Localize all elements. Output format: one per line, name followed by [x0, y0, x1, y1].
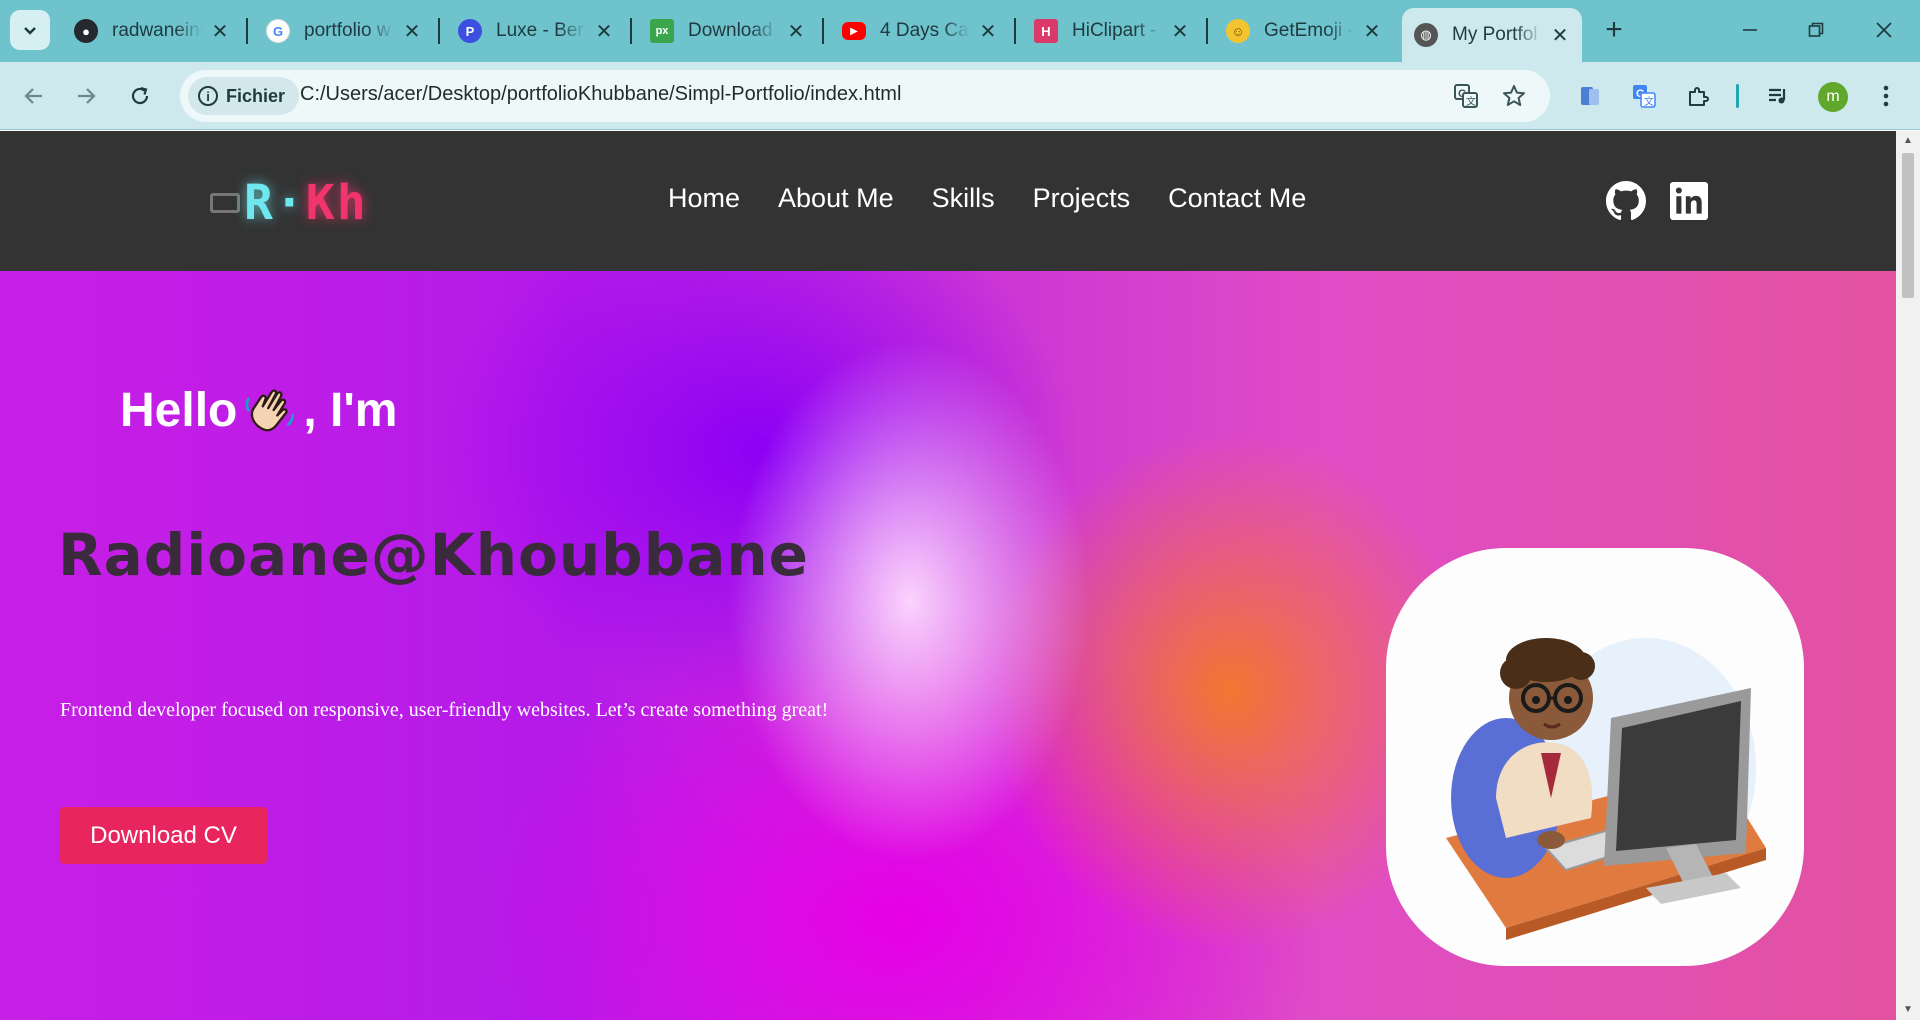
browser-tab[interactable]: ▶ 4 Days Car ✕: [830, 10, 1010, 52]
arrow-left-icon: [24, 88, 42, 104]
translate-extension-icon[interactable]: G文: [1626, 78, 1662, 114]
linkedin-icon[interactable]: [1670, 182, 1708, 220]
new-tab-button[interactable]: +: [1598, 13, 1630, 46]
browser-tab[interactable]: ☺ GetEmoji - ✕: [1214, 10, 1394, 52]
svg-text:文: 文: [1466, 95, 1476, 108]
reload-icon: [131, 86, 149, 105]
hero-name: Radioane@Khoubbane: [58, 521, 809, 589]
scroll-up-arrow[interactable]: ▲: [1902, 135, 1914, 147]
close-icon[interactable]: ✕: [1170, 21, 1190, 43]
minimize-icon: [1743, 29, 1757, 31]
tab-title: Download: [688, 20, 773, 41]
google-icon: G: [266, 19, 290, 43]
info-icon: i: [198, 86, 218, 106]
forward-button[interactable]: [66, 76, 106, 116]
pinterest-like-icon: P: [458, 19, 482, 43]
close-icon[interactable]: ✕: [978, 21, 998, 43]
back-button[interactable]: [14, 76, 54, 116]
close-icon[interactable]: ✕: [1550, 25, 1570, 47]
toolbar-divider: [1736, 84, 1739, 108]
main-nav: Home About Me Skills Projects Contact Me: [668, 183, 1306, 214]
tab-title: HiClipart -: [1072, 20, 1157, 41]
chevron-down-icon: [24, 27, 36, 35]
hiclipart-icon: H: [1034, 19, 1058, 43]
address-bar[interactable]: i Fichier C:/Users/acer/Desktop/portfoli…: [180, 70, 1550, 122]
browser-tab-strip: ● radwaneinl ✕ G portfolio w ✕ P Luxe - …: [0, 0, 1920, 62]
minimize-button[interactable]: [1720, 10, 1780, 50]
browser-tab[interactable]: G portfolio w ✕: [254, 10, 434, 52]
page-viewport: R·Kh Home About Me Skills Projects Conta…: [0, 131, 1896, 1020]
browser-tab[interactable]: px Download ✕: [638, 10, 818, 52]
nav-skills[interactable]: Skills: [932, 183, 995, 214]
px-icon: px: [650, 19, 674, 43]
close-icon[interactable]: ✕: [786, 21, 806, 43]
hero-greeting: Hello , I'm: [120, 381, 397, 439]
logo-part-pink: Kh: [305, 175, 368, 231]
tab-search-button[interactable]: [10, 10, 50, 50]
github-icon[interactable]: [1606, 181, 1646, 221]
profile-avatar[interactable]: m: [1818, 82, 1848, 112]
tab-separator: [1014, 18, 1016, 44]
scroll-down-arrow[interactable]: ▼: [1902, 1004, 1914, 1016]
greeting-im: , I'm: [303, 383, 398, 437]
arrow-right-icon: [78, 88, 96, 104]
developer-at-computer-image: [1446, 638, 1766, 940]
more-menu-icon[interactable]: [1868, 78, 1904, 114]
nav-contact-me[interactable]: Contact Me: [1168, 183, 1306, 214]
tab-title: GetEmoji -: [1264, 20, 1354, 41]
site-info-label: Fichier: [226, 85, 286, 106]
tab-title: Luxe - Berr: [496, 20, 586, 41]
github-icon: ●: [74, 19, 98, 43]
extensions-puzzle-icon[interactable]: [1680, 78, 1716, 114]
download-cv-button[interactable]: Download CV: [60, 807, 267, 864]
close-icon[interactable]: ✕: [594, 21, 614, 43]
browser-tab-active[interactable]: ◍ My Portfol ✕: [1402, 8, 1582, 62]
greeting-hello: Hello: [120, 383, 238, 437]
restore-icon: [1808, 22, 1824, 37]
url-text[interactable]: C:/Users/acer/Desktop/portfolioKhubbane/…: [300, 83, 901, 106]
logo-part-cyan: R·: [244, 175, 306, 231]
developer-avatar-illustration: [1386, 548, 1804, 966]
tab-separator: [246, 18, 248, 44]
scrollbar-thumb[interactable]: [1902, 153, 1914, 298]
browser-tab[interactable]: ● radwaneinl ✕: [62, 10, 242, 52]
close-icon[interactable]: ✕: [210, 21, 230, 43]
close-icon: [1876, 22, 1892, 38]
browser-toolbar: i Fichier C:/Users/acer/Desktop/portfoli…: [0, 62, 1920, 130]
tab-separator: [630, 18, 632, 44]
close-window-button[interactable]: [1854, 10, 1914, 50]
emoji-icon: ☺: [1226, 19, 1250, 43]
nav-about-me[interactable]: About Me: [778, 183, 894, 214]
reading-mode-icon[interactable]: [1572, 78, 1608, 114]
tab-separator: [1206, 18, 1208, 44]
tab-separator: [822, 18, 824, 44]
page-scrollbar[interactable]: ▲ ▼: [1896, 131, 1920, 1020]
close-icon[interactable]: ✕: [1362, 21, 1382, 43]
media-queue-icon[interactable]: [1760, 78, 1796, 114]
tab-title: 4 Days Car: [880, 20, 970, 41]
youtube-icon: ▶: [842, 22, 866, 40]
tab-title: portfolio w: [304, 20, 391, 41]
site-header: R·Kh Home About Me Skills Projects Conta…: [0, 131, 1896, 271]
tab-separator: [438, 18, 440, 44]
browser-tab[interactable]: P Luxe - Berr ✕: [446, 10, 626, 52]
tab-title: radwaneinl: [112, 20, 202, 41]
nav-home[interactable]: Home: [668, 183, 740, 214]
svg-text:文: 文: [1644, 95, 1654, 108]
site-logo[interactable]: R·Kh: [210, 175, 368, 231]
globe-icon: ◍: [1414, 23, 1438, 47]
hero-tagline: Frontend developer focused on responsive…: [60, 699, 829, 721]
waving-hand-icon: [245, 389, 295, 432]
hero-section: Hello , I'm Radioane@Khoubbane Frontend …: [0, 271, 1896, 1020]
translate-icon[interactable]: G文: [1450, 80, 1482, 112]
browser-tab[interactable]: H HiClipart - ✕: [1022, 10, 1202, 52]
nav-projects[interactable]: Projects: [1033, 183, 1131, 214]
close-icon[interactable]: ✕: [402, 21, 422, 43]
restore-button[interactable]: [1786, 10, 1846, 50]
reload-button[interactable]: [120, 76, 160, 116]
site-info-chip[interactable]: i Fichier: [188, 77, 300, 115]
bookmark-star-icon[interactable]: [1498, 80, 1530, 112]
battery-icon: [210, 193, 240, 213]
tab-title: My Portfol: [1452, 24, 1538, 45]
